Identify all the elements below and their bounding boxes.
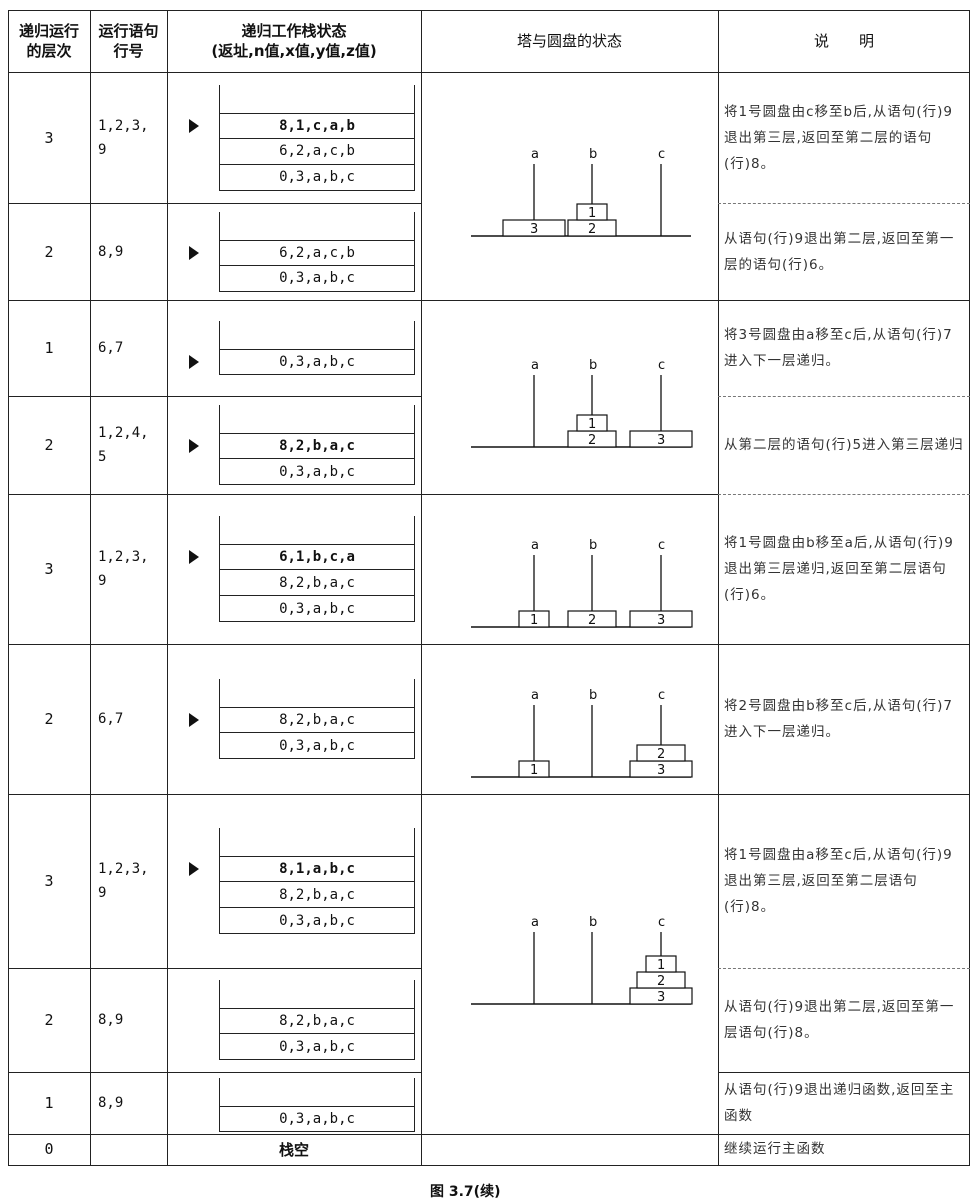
- disk-number: 1: [588, 417, 596, 432]
- peg-label: b: [589, 358, 597, 373]
- disk-number: 3: [657, 613, 665, 628]
- tower-state-diagram: a 1 b 2 c 3: [471, 538, 693, 628]
- disk-number: 1: [530, 763, 538, 778]
- figure-caption: 图 3.7(续): [430, 1184, 501, 1200]
- disk-number: 2: [657, 747, 665, 762]
- disk-number: 3: [657, 763, 665, 778]
- peg-label: a: [531, 915, 539, 930]
- tower-state-diagram: a b c 321: [471, 915, 693, 1005]
- recursion-trace-table: 递归运行的层次 运行语句行号 递归工作栈状态 (返址,n值,x值,y值,z值) …: [8, 10, 970, 1166]
- disk-number: 1: [657, 958, 665, 973]
- disk-number: 2: [588, 433, 596, 448]
- disk-number: 3: [530, 222, 538, 237]
- peg-label: c: [658, 538, 665, 553]
- peg-label: a: [531, 538, 539, 553]
- disk-number: 2: [657, 974, 665, 989]
- peg-label: b: [589, 538, 597, 553]
- disk-number: 3: [657, 433, 665, 448]
- peg-label: b: [589, 147, 597, 162]
- tower-state-diagram: a b 21 c 3: [471, 358, 693, 448]
- disk-number: 3: [657, 990, 665, 1005]
- peg-label: c: [658, 915, 665, 930]
- peg-label: c: [658, 147, 665, 162]
- peg-label: b: [589, 688, 597, 703]
- peg-label: c: [658, 688, 665, 703]
- tower-state-diagram: a 3 b 21 c: [471, 147, 691, 237]
- disk-number: 2: [588, 222, 596, 237]
- peg-label: a: [531, 147, 539, 162]
- disk-number: 1: [530, 613, 538, 628]
- peg-label: c: [658, 358, 665, 373]
- tower-state-diagram: a 1 b c 32: [471, 688, 693, 778]
- peg-label: a: [531, 688, 539, 703]
- disk-number: 2: [588, 613, 596, 628]
- peg-label: b: [589, 915, 597, 930]
- peg-label: a: [531, 358, 539, 373]
- disk-number: 1: [588, 206, 596, 221]
- tower-diagrams: a3b21ca b21c3a1b2c3a1b c32a b c321: [471, 147, 693, 1005]
